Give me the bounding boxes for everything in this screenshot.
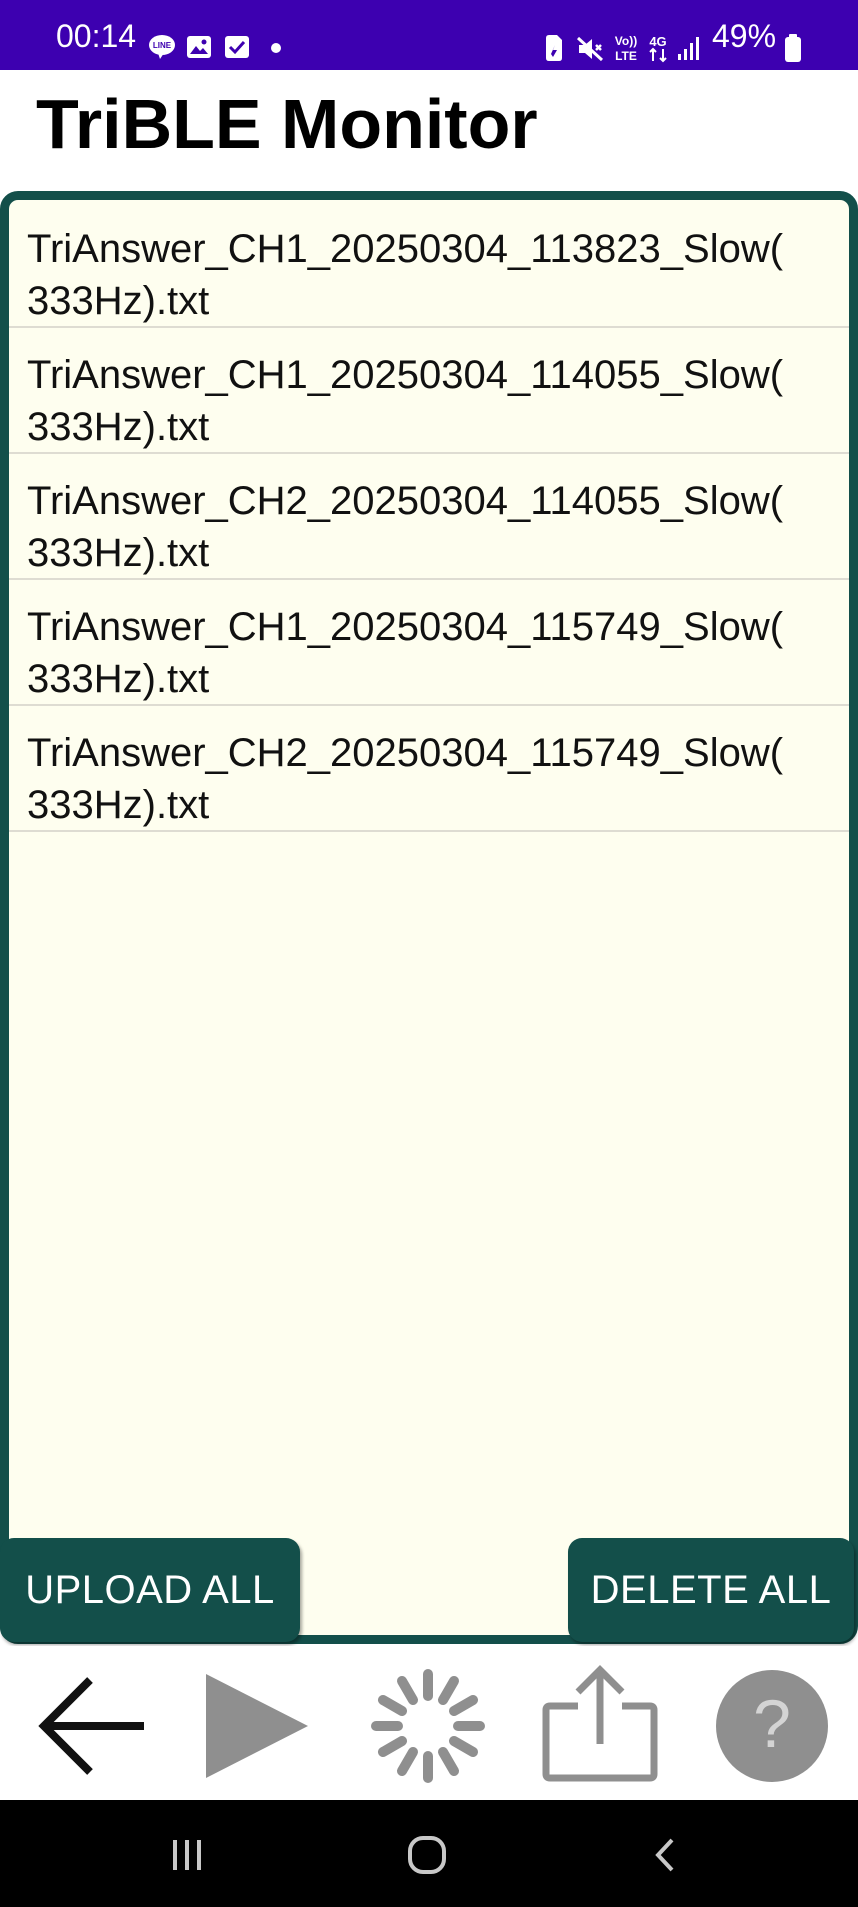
line-icon: LINE bbox=[149, 35, 175, 59]
gallery-icon bbox=[187, 36, 211, 58]
share-icon bbox=[542, 1665, 658, 1782]
checkbox-icon bbox=[225, 36, 249, 58]
volte-icon: Vo)) LTE bbox=[615, 34, 637, 63]
home-button[interactable] bbox=[398, 1830, 458, 1880]
system-nav-bar bbox=[0, 1800, 858, 1907]
file-list: TriAnswer_CH1_20250304_113823_Slow( 333H… bbox=[9, 202, 849, 832]
sim-icon bbox=[546, 35, 562, 61]
back-icon bbox=[655, 1838, 674, 1872]
list-item[interactable]: TriAnswer_CH1_20250304_114055_Slow( 333H… bbox=[9, 328, 849, 454]
battery-icon bbox=[785, 34, 801, 62]
list-item[interactable]: TriAnswer_CH1_20250304_115749_Slow( 333H… bbox=[9, 580, 849, 706]
back-arrow-icon bbox=[38, 1677, 144, 1775]
help-button[interactable]: ? bbox=[712, 1660, 832, 1784]
list-item[interactable]: TriAnswer_CH1_20250304_113823_Slow( 333H… bbox=[9, 202, 849, 328]
page-title: TriBLE Monitor bbox=[36, 85, 538, 163]
bottom-toolbar: ? bbox=[0, 1646, 858, 1800]
svg-text:LTE: LTE bbox=[615, 49, 637, 63]
dot-icon bbox=[271, 43, 281, 53]
signal-icon bbox=[678, 37, 699, 60]
play-icon bbox=[206, 1674, 308, 1778]
back-button[interactable] bbox=[32, 1660, 152, 1784]
upload-all-button[interactable]: UPLOAD ALL bbox=[0, 1538, 300, 1642]
file-name-line-1: TriAnswer_CH2_20250304_114055_Slow( bbox=[27, 479, 784, 523]
file-name-line-2: 333Hz).txt bbox=[27, 657, 210, 701]
file-name-line-2: 333Hz).txt bbox=[27, 405, 210, 449]
home-icon bbox=[408, 1836, 446, 1874]
battery-level: 49% bbox=[712, 18, 777, 54]
file-name-line-1: TriAnswer_CH1_20250304_115749_Slow( bbox=[27, 605, 784, 649]
loading-spinner-icon bbox=[371, 1669, 485, 1783]
file-list-panel: TriAnswer_CH1_20250304_113823_Slow( 333H… bbox=[0, 191, 858, 1644]
help-glyph: ? bbox=[753, 1686, 791, 1762]
list-item[interactable]: TriAnswer_CH2_20250304_115749_Slow( 333H… bbox=[9, 706, 849, 832]
status-bar: 00:14 LINE Vo)) LTE 4G 49% bbox=[0, 0, 858, 70]
recents-icon bbox=[173, 1840, 201, 1870]
svg-text:4G: 4G bbox=[649, 34, 666, 49]
4g-icon: 4G bbox=[649, 34, 667, 63]
nav-back-button[interactable] bbox=[636, 1830, 696, 1880]
file-name-line-1: TriAnswer_CH1_20250304_113823_Slow( bbox=[27, 227, 784, 271]
recents-button[interactable] bbox=[160, 1830, 220, 1880]
svg-text:Vo)): Vo)) bbox=[615, 34, 637, 48]
share-button[interactable] bbox=[540, 1660, 660, 1784]
loading-button[interactable] bbox=[368, 1660, 488, 1784]
play-button[interactable] bbox=[196, 1660, 316, 1784]
list-item[interactable]: TriAnswer_CH2_20250304_114055_Slow( 333H… bbox=[9, 454, 849, 580]
file-name-line-1: TriAnswer_CH1_20250304_114055_Slow( bbox=[27, 353, 784, 397]
file-name-line-1: TriAnswer_CH2_20250304_115749_Slow( bbox=[27, 731, 784, 775]
delete-all-button[interactable]: DELETE ALL bbox=[568, 1538, 854, 1642]
file-name-line-2: 333Hz).txt bbox=[27, 783, 210, 827]
status-time: 00:14 bbox=[56, 18, 137, 54]
mute-icon bbox=[576, 36, 604, 62]
file-name-line-2: 333Hz).txt bbox=[27, 531, 210, 575]
svg-text:LINE: LINE bbox=[153, 41, 172, 50]
file-name-line-2: 333Hz).txt bbox=[27, 279, 210, 323]
